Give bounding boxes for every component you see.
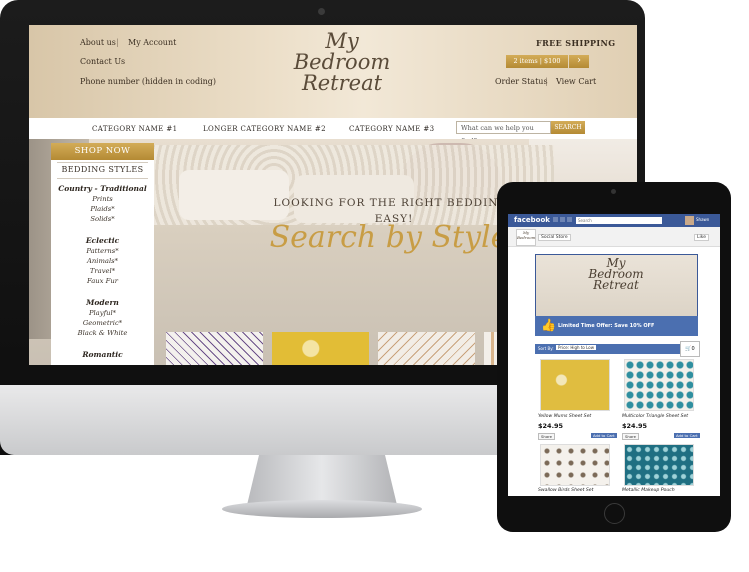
bedding-styles-sidebar: SHOP NOW BEDDING STYLES Country - Tradit…: [51, 143, 154, 365]
product-title[interactable]: Metallic Makeup Pouch: [622, 488, 675, 493]
style-thumbnail[interactable]: [166, 332, 263, 365]
divider: |: [545, 77, 548, 86]
search-button[interactable]: SEARCH: [551, 121, 585, 134]
imac-stand: [247, 455, 397, 505]
sort-label: Sort By:: [538, 346, 554, 351]
style-item[interactable]: Travel*: [51, 267, 154, 275]
cart-count: 0: [691, 346, 695, 352]
product-price: $24.95: [538, 422, 564, 430]
style-thumbnail[interactable]: [378, 332, 475, 365]
style-group-romantic[interactable]: Romantic: [51, 350, 154, 359]
product-image[interactable]: [540, 444, 610, 486]
user-name[interactable]: Shawn: [696, 217, 709, 222]
facebook-logo[interactable]: facebook: [514, 216, 550, 224]
view-cart-link[interactable]: View Cart: [556, 77, 596, 86]
thumbs-up-icon: 👍: [541, 318, 556, 332]
store-logo-icon[interactable]: My Bedroom: [516, 229, 536, 246]
nav-category-1[interactable]: CATEGORY NAME #1: [92, 125, 177, 133]
nav-category-2[interactable]: LONGER CATEGORY NAME #2: [203, 125, 326, 133]
style-thumbnail[interactable]: [272, 332, 369, 365]
product-price: $24.95: [622, 422, 648, 430]
notifications-icon[interactable]: [567, 217, 572, 222]
about-link[interactable]: About us: [80, 38, 116, 47]
logo-line: Retreat: [593, 278, 639, 292]
contact-link[interactable]: Contact Us: [80, 57, 125, 66]
style-item[interactable]: Playful*: [51, 309, 154, 317]
style-item[interactable]: Plaids*: [51, 205, 154, 213]
camera-icon: [611, 189, 616, 194]
product-image[interactable]: [540, 359, 610, 411]
search-input[interactable]: What can we help you find?: [456, 121, 551, 145]
logo-line: Retreat: [301, 71, 383, 95]
divider: [57, 162, 148, 163]
my-account-link[interactable]: My Account: [128, 38, 176, 47]
messages-icon[interactable]: [560, 217, 565, 222]
like-button[interactable]: Like: [694, 234, 709, 241]
avatar[interactable]: [685, 216, 694, 225]
add-to-cart-button[interactable]: Add to Cart: [591, 433, 617, 438]
style-item[interactable]: Patterns*: [51, 247, 154, 255]
chevron-right-icon: ›: [577, 55, 581, 66]
friend-requests-icon[interactable]: [553, 217, 558, 222]
imac-base: [222, 500, 422, 518]
home-button[interactable]: [604, 503, 625, 524]
product-title[interactable]: Yellow Mums Sheet Set: [538, 414, 591, 419]
checkout-arrow-button[interactable]: ›: [569, 55, 589, 68]
product-image[interactable]: [624, 359, 694, 411]
share-button[interactable]: Share: [538, 433, 555, 440]
cart-summary[interactable]: 2 items | $100: [506, 55, 568, 68]
style-group-country[interactable]: Country - Traditional: [51, 184, 154, 193]
product-image[interactable]: [624, 444, 694, 486]
camera-icon: [318, 8, 325, 15]
sort-select[interactable]: Price: High to Low: [556, 345, 597, 350]
promo-text: Limited Time Offer: Save 10% OFF: [558, 323, 655, 329]
phone-number: Phone number (hidden in coding): [80, 77, 217, 86]
style-item[interactable]: Faux Fur: [51, 277, 154, 285]
order-status-link[interactable]: Order Status: [495, 77, 548, 86]
style-group-eclectic[interactable]: Eclectic: [51, 236, 154, 245]
hero-tagline: LOOKING FOR THE RIGHT BEDDING?: [273, 197, 515, 209]
add-to-cart-button[interactable]: Add to Cart: [674, 433, 700, 438]
cart-button[interactable]: 🛒0: [680, 341, 700, 357]
free-shipping: FREE SHIPPING: [536, 38, 616, 48]
style-item[interactable]: Geometric*: [51, 319, 154, 327]
banner-logo: My Bedroom Retreat: [556, 257, 676, 292]
bedding-styles-heading: BEDDING STYLES: [61, 165, 144, 174]
cart-summary-text: 2 items | $100: [513, 57, 561, 65]
shop-now-button[interactable]: SHOP NOW: [51, 143, 154, 160]
style-item[interactable]: Solids*: [51, 215, 154, 223]
logo-line: My: [325, 29, 359, 53]
divider: |: [116, 38, 119, 47]
logo-line: Bedroom: [293, 50, 391, 74]
product-title[interactable]: Multicolor Triangle Sheet Set: [622, 414, 688, 419]
style-item[interactable]: Black & White: [51, 329, 154, 337]
category-nav: CATEGORY NAME #1 LONGER CATEGORY NAME #2…: [29, 118, 637, 145]
facebook-search-input[interactable]: Search: [576, 217, 662, 224]
hero-script-title: Search by Style: [269, 220, 509, 255]
style-group-modern[interactable]: Modern: [51, 298, 154, 307]
social-store-tab[interactable]: Social Store: [538, 234, 571, 241]
site-logo[interactable]: My Bedroom Retreat: [287, 31, 397, 94]
product-title[interactable]: Swallow Birds Sheet Set: [538, 488, 593, 493]
facebook-store-page: facebook Search Shawn My Bedroom Social S…: [508, 214, 720, 496]
style-item[interactable]: Prints: [51, 195, 154, 203]
nav-category-3[interactable]: CATEGORY NAME #3: [349, 125, 434, 133]
divider: [57, 178, 148, 179]
style-item[interactable]: Animals*: [51, 257, 154, 265]
share-button[interactable]: Share: [622, 433, 639, 440]
